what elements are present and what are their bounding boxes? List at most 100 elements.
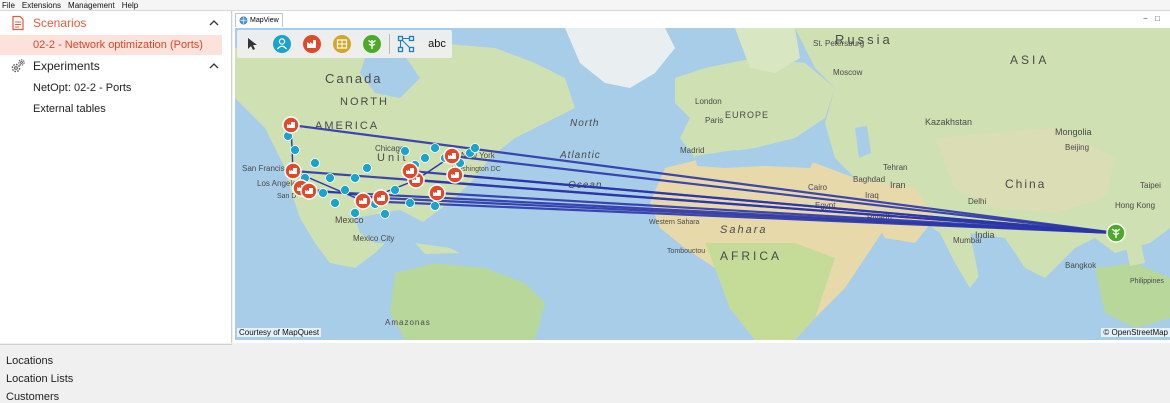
select-tool-button[interactable] xyxy=(241,33,263,55)
toolbar-separator xyxy=(389,34,390,54)
list-item-locations[interactable]: Locations xyxy=(6,355,53,367)
customer-marker[interactable] xyxy=(405,198,415,208)
map-label-paris: Paris xyxy=(705,116,723,125)
map-toolbar: abc xyxy=(237,30,452,58)
customer-marker[interactable] xyxy=(362,163,372,173)
map-label-iraq: Iraq xyxy=(865,191,879,200)
tab-mapview[interactable]: MapView xyxy=(235,13,283,27)
label-tool-button[interactable]: abc xyxy=(424,33,450,55)
experiment-item-label: NetOpt: 02-2 - Ports xyxy=(33,82,132,94)
customer-marker[interactable] xyxy=(350,208,360,218)
menu-management[interactable]: Management xyxy=(66,0,120,11)
map-label-china: China xyxy=(1005,177,1046,191)
map-canvas[interactable]: Canada NORTH AMERICA Unit Mexico Mexico City N… xyxy=(235,28,1170,340)
customer-marker[interactable] xyxy=(325,173,335,183)
map-label-philippines: Philippines xyxy=(1130,278,1164,285)
factory-marker[interactable] xyxy=(372,189,390,207)
minimize-icon[interactable]: − xyxy=(1143,14,1148,23)
external-tables-item[interactable]: External tables xyxy=(0,99,222,119)
map-label-asia: ASIA xyxy=(1010,53,1049,67)
menu-help[interactable]: Help xyxy=(120,0,143,11)
map-label-africa: AFRICA xyxy=(720,249,782,263)
map-label-tehran: Tehran xyxy=(883,163,907,172)
customer-marker[interactable] xyxy=(380,209,390,219)
factory-marker[interactable] xyxy=(428,184,446,202)
menu-file[interactable]: File xyxy=(0,0,20,11)
map-label-tombouctou: Tombouctou xyxy=(667,248,705,255)
map-label-bangkok: Bangkok xyxy=(1065,261,1097,270)
project-tree-panel: Scenarios 02-2 - Network optimization (P… xyxy=(0,11,232,343)
maximize-icon[interactable]: □ xyxy=(1155,14,1160,23)
map-label-moscow: Moscow xyxy=(833,68,863,77)
map-label-iran: Iran xyxy=(890,180,906,190)
customer-marker[interactable] xyxy=(330,198,340,208)
bottom-detail-panel xyxy=(233,344,1170,400)
map-label-atlantic: Atlantic xyxy=(559,150,601,161)
factory-marker[interactable] xyxy=(443,147,461,165)
menu-extensions[interactable]: Extensions xyxy=(20,0,66,11)
customer-marker[interactable] xyxy=(340,185,350,195)
map-label-baghdad: Baghdad xyxy=(853,175,885,184)
customer-marker[interactable] xyxy=(390,185,400,195)
map-label-north-atlantic: North xyxy=(570,118,599,129)
factory-marker[interactable] xyxy=(354,192,372,210)
experiment-item[interactable]: NetOpt: 02-2 - Ports xyxy=(0,78,222,98)
map-label-mumbai: Mumbai xyxy=(953,236,982,245)
map-label-mongolia: Mongolia xyxy=(1055,127,1092,137)
map-label-cairo: Cairo xyxy=(808,183,828,192)
scenario-item-label: 02-2 - Network optimization (Ports) xyxy=(33,39,203,51)
map-label-sahara: Sahara xyxy=(720,224,767,236)
factory-tool-button[interactable] xyxy=(301,33,323,55)
external-tables-label: External tables xyxy=(33,103,106,115)
map-label-europe: EUROPE xyxy=(725,110,769,120)
customer-marker[interactable] xyxy=(430,143,440,153)
map-label-london: London xyxy=(695,97,722,106)
tab-mapview-label: MapView xyxy=(250,17,279,24)
map-label-san-diego: San D xyxy=(277,193,296,200)
gears-icon xyxy=(11,59,25,73)
map-label-amazon: Amazonas xyxy=(385,318,431,327)
attribution-osm[interactable]: © OpenStreetMap xyxy=(1101,328,1170,337)
table-list-panel: Locations Location Lists Customers xyxy=(0,344,232,403)
factory-icon xyxy=(303,35,321,53)
experiments-header[interactable]: Experiments xyxy=(0,55,232,77)
customer-marker[interactable] xyxy=(350,173,360,183)
factory-marker[interactable] xyxy=(446,166,464,184)
list-item-location-lists[interactable]: Location Lists xyxy=(6,373,73,385)
factory-marker[interactable] xyxy=(284,162,302,180)
chevron-up-icon[interactable] xyxy=(208,60,220,72)
menu-bar: File Extensions Management Help xyxy=(0,0,1170,11)
factory-marker[interactable] xyxy=(282,116,300,134)
customer-marker[interactable] xyxy=(318,188,328,198)
customer-marker[interactable] xyxy=(430,201,440,211)
map-label-hong-kong: Hong Kong xyxy=(1115,201,1155,210)
attribution-mapquest: Courtesy of MapQuest xyxy=(237,328,322,337)
map-label-mexico: Mexico xyxy=(335,215,364,225)
customer-marker[interactable] xyxy=(420,153,430,163)
factory-marker[interactable] xyxy=(401,162,419,180)
document-icon xyxy=(12,15,24,31)
map-label-taipei: Taipei xyxy=(1140,181,1161,190)
map-view-panel: MapView − □ Canada NORTH AMERICA Unit Me… xyxy=(233,11,1170,343)
customer-tool-button[interactable] xyxy=(271,33,293,55)
chevron-up-icon[interactable] xyxy=(208,17,220,29)
customer-marker[interactable] xyxy=(470,143,480,153)
supplier-tool-button[interactable] xyxy=(361,33,383,55)
label-tool-text: abc xyxy=(428,38,446,50)
customer-marker[interactable] xyxy=(290,145,300,155)
scenario-item-selected[interactable]: 02-2 - Network optimization (Ports) xyxy=(0,35,222,55)
map-label-delhi: Delhi xyxy=(968,197,986,206)
supplier-icon xyxy=(363,35,381,53)
customer-marker[interactable] xyxy=(310,158,320,168)
supplier-hub-marker[interactable] xyxy=(1106,223,1126,243)
network-tool-button[interactable] xyxy=(395,33,417,55)
world-map: CanadaNORTHAMERICAUnitMexicoMexico CityN… xyxy=(235,28,1170,340)
list-item-customers[interactable]: Customers xyxy=(6,391,59,403)
map-label-canada: Canada xyxy=(325,71,383,86)
map-label-beijing: Beijing xyxy=(1065,143,1089,152)
customer-marker[interactable] xyxy=(400,146,410,156)
warehouse-icon xyxy=(333,35,351,53)
scenarios-header[interactable]: Scenarios xyxy=(0,12,232,34)
warehouse-tool-button[interactable] xyxy=(331,33,353,55)
factory-marker[interactable] xyxy=(300,182,318,200)
